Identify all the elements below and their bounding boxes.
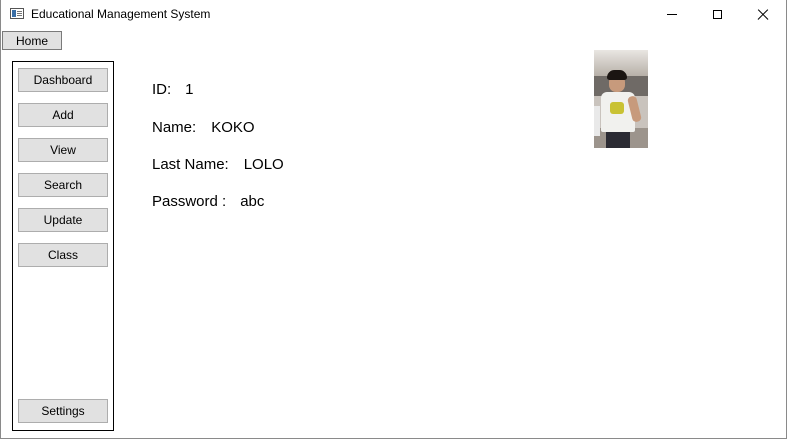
close-button[interactable] xyxy=(740,0,786,29)
name-row: Name: KOKO xyxy=(152,119,255,136)
name-label: Name: xyxy=(152,119,197,136)
settings-button[interactable]: Settings xyxy=(18,399,108,423)
last-name-value: LOLO xyxy=(243,156,284,173)
app-window: Educational Management System Home Dashb… xyxy=(0,0,787,439)
id-row: ID: 1 xyxy=(152,81,194,98)
app-icon xyxy=(10,8,24,19)
last-name-label: Last Name: xyxy=(152,156,229,173)
minimize-button[interactable] xyxy=(649,0,695,29)
home-menu-item[interactable]: Home xyxy=(2,31,62,50)
id-value: 1 xyxy=(185,81,194,98)
class-button[interactable]: Class xyxy=(18,243,108,267)
maximize-button[interactable] xyxy=(694,0,740,29)
sidebar-panel: Dashboard Add View Search Update Class S… xyxy=(12,61,114,431)
last-name-row: Last Name: LOLO xyxy=(152,156,284,173)
close-icon xyxy=(757,9,769,21)
maximize-icon xyxy=(712,10,722,19)
add-button[interactable]: Add xyxy=(18,103,108,127)
minimize-icon xyxy=(667,14,677,15)
dashboard-button[interactable]: Dashboard xyxy=(18,68,108,92)
window-title: Educational Management System xyxy=(31,7,211,21)
profile-photo xyxy=(594,50,648,148)
name-value: KOKO xyxy=(211,119,255,136)
id-label: ID: xyxy=(152,81,172,98)
password-row: Password : abc xyxy=(152,193,264,210)
password-value: abc xyxy=(240,193,265,210)
view-button[interactable]: View xyxy=(18,138,108,162)
title-bar[interactable]: Educational Management System xyxy=(1,0,786,29)
search-button[interactable]: Search xyxy=(18,173,108,197)
password-label: Password : xyxy=(152,193,227,210)
update-button[interactable]: Update xyxy=(18,208,108,232)
